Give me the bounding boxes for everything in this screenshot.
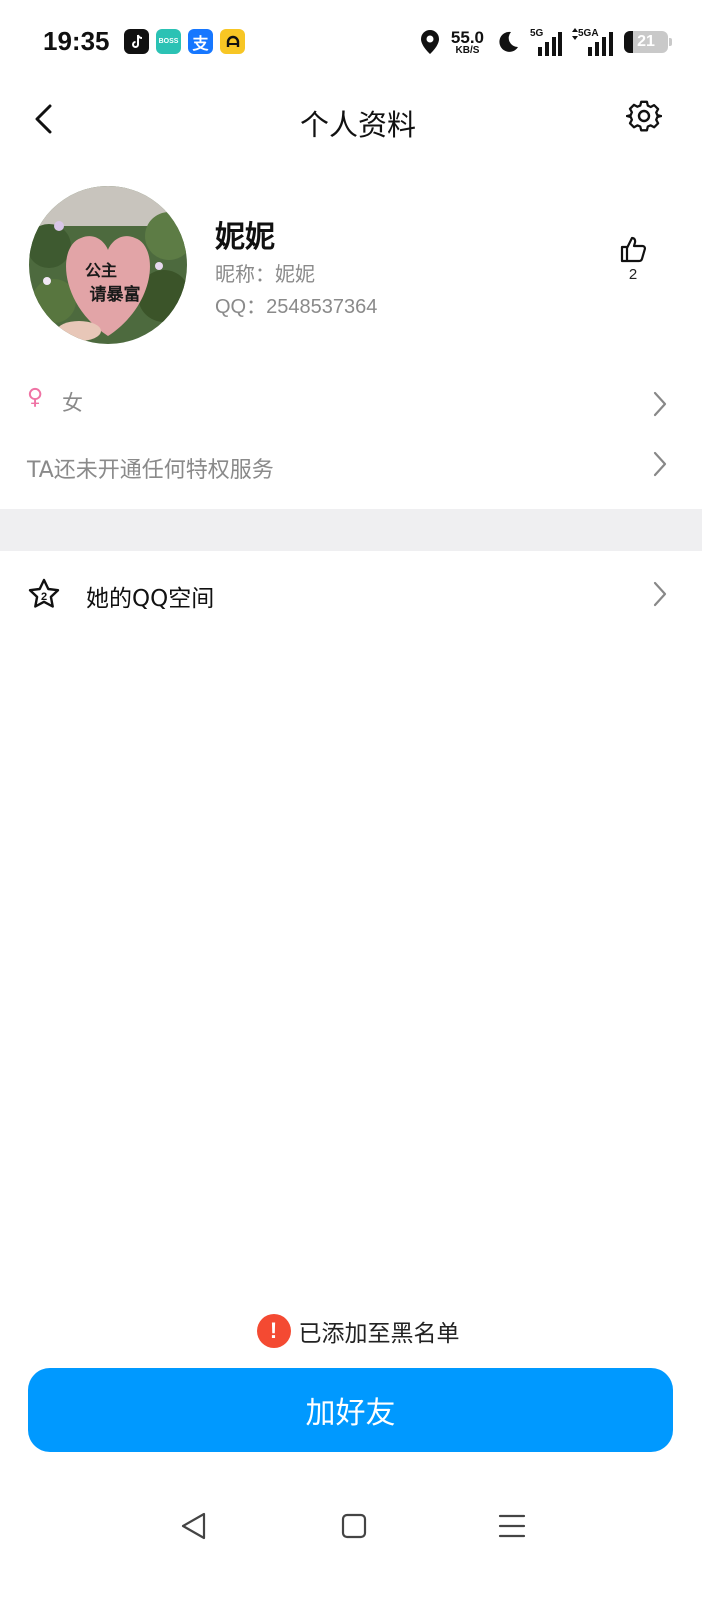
status-time: 19:35 xyxy=(43,26,110,56)
profile-qq-number: QQ：2548537364 xyxy=(215,296,378,318)
svg-text:请暴富: 请暴富 xyxy=(90,284,141,305)
signal-5ga: 5GA xyxy=(572,28,614,56)
page-title: 个人资料 xyxy=(299,108,416,142)
svg-text:2: 2 xyxy=(41,591,47,603)
chevron-right-icon xyxy=(653,391,667,417)
avatar[interactable]: 公主 请暴富 xyxy=(29,186,187,344)
system-navigation-bar xyxy=(0,1496,716,1556)
net-speed: 55.0 KB/S xyxy=(450,27,484,56)
status-indicators: 55.0 KB/S 5G 5GA 21 xyxy=(419,24,672,60)
qzone-star-icon: 2 xyxy=(28,578,60,608)
privilege-label: TA还未开通任何特权服务 xyxy=(27,458,274,483)
alipay-icon: 支 xyxy=(188,29,213,54)
profile-nickname: 昵称：妮妮 xyxy=(215,262,315,286)
section-divider xyxy=(0,509,702,551)
chevron-right-icon xyxy=(653,451,667,477)
add-friend-button[interactable]: 加好友 xyxy=(28,1368,673,1452)
like-button[interactable]: 2 xyxy=(610,234,656,283)
profile-card: 公主 请暴富 妮妮 昵称：妮妮 QQ：2548537364 2 xyxy=(0,186,716,346)
thumbs-up-icon xyxy=(620,236,647,263)
qzone-row[interactable]: 2 她的QQ空间 xyxy=(0,563,716,625)
blacklist-text: 已添加至黑名单 xyxy=(298,1321,460,1347)
gender-label: 女 xyxy=(62,391,83,415)
tiktok-icon xyxy=(124,29,149,54)
qzone-label: 她的QQ空间 xyxy=(86,586,215,612)
settings-button[interactable] xyxy=(625,98,663,134)
moon-icon xyxy=(499,31,518,52)
gear-icon xyxy=(625,100,663,132)
privilege-row[interactable]: TA还未开通任何特权服务 xyxy=(0,440,716,494)
location-icon xyxy=(420,30,439,54)
chevron-right-icon xyxy=(653,581,667,607)
boss-zhipin-icon: BOSS xyxy=(156,29,181,54)
svg-text:公主: 公主 xyxy=(85,261,117,280)
blacklist-notice: ! 已添加至黑名单 xyxy=(0,1312,716,1350)
status-bar: 19:35 BOSS 支 55.0 KB/S 5G 5GA 21 xyxy=(0,0,716,84)
warning-icon: ! xyxy=(256,1314,291,1348)
system-menu-icon[interactable] xyxy=(492,1506,532,1546)
gender-row[interactable]: ♀ 女 xyxy=(0,374,716,434)
signal-5g: 5G xyxy=(530,28,562,56)
system-home-icon[interactable] xyxy=(334,1506,374,1546)
nav-bar: 个人资料 xyxy=(0,84,716,154)
profile-name: 妮妮 xyxy=(215,220,275,255)
like-count: 2 xyxy=(628,266,638,283)
system-back-icon[interactable] xyxy=(174,1506,214,1546)
amap-icon xyxy=(220,29,245,54)
female-icon: ♀ xyxy=(27,385,44,410)
battery-indicator: 21 xyxy=(624,31,672,53)
